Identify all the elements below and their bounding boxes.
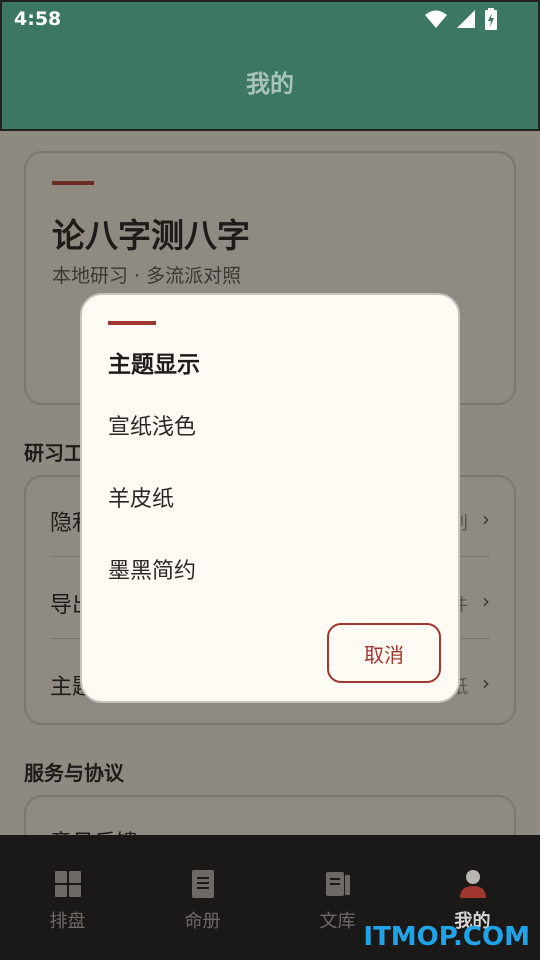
page-title: 我的 <box>246 70 294 98</box>
battery-icon <box>485 8 497 30</box>
grid-icon <box>54 871 81 897</box>
watermark: ITMOP.COM <box>363 922 530 952</box>
status-icons <box>424 8 498 30</box>
service-section-label: 服务与协议 <box>24 761 124 785</box>
theme-option-yangpizhi[interactable]: 羊皮纸 <box>108 481 174 513</box>
theme-dialog: 主题显示 宣纸浅色 羊皮纸 墨黑简约 取消 <box>80 293 460 703</box>
book-icon <box>191 870 214 898</box>
accent-bar <box>52 181 94 185</box>
tools-section-label: 研习工 <box>24 441 84 465</box>
library-icon <box>325 872 350 896</box>
bottom-nav: 排盘 命册 文库 我的 ITMOP.COM <box>0 835 540 960</box>
hero-subtitle: 本地研习 · 多流派对照 <box>52 265 242 287</box>
wifi-icon <box>425 10 447 28</box>
nav-label: 排盘 <box>49 911 86 932</box>
dialog-accent-bar <box>108 321 156 325</box>
chevron-right-icon: › <box>482 671 490 695</box>
nav-label: 命册 <box>184 911 221 932</box>
theme-option-xuanzhi[interactable]: 宣纸浅色 <box>108 409 196 441</box>
dialog-title: 主题显示 <box>108 352 200 378</box>
chevron-right-icon: › <box>482 507 490 531</box>
signal-icon <box>457 10 475 28</box>
nav-item-paipan[interactable]: 排盘 <box>0 869 135 933</box>
chevron-right-icon: › <box>482 589 490 613</box>
app-bar: 4:58 我的 <box>0 0 540 131</box>
theme-option-mohei[interactable]: 墨黑简约 <box>108 553 196 585</box>
person-icon <box>459 870 486 898</box>
cancel-button[interactable]: 取消 <box>327 623 441 683</box>
hero-title: 论八字测八字 <box>52 216 250 255</box>
status-time: 4:58 <box>14 8 62 30</box>
nav-item-mingce[interactable]: 命册 <box>135 869 270 933</box>
